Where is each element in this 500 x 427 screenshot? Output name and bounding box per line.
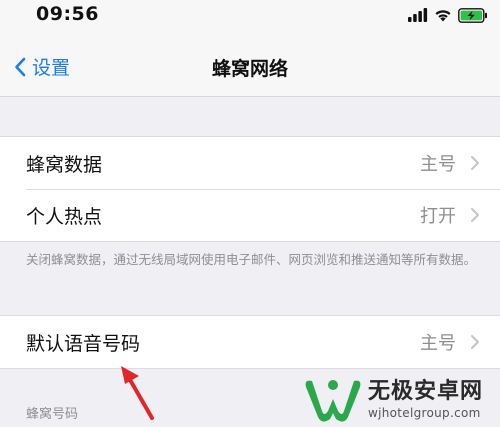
watermark-text: 无极安卓网 wjhotelgroup.com (368, 379, 483, 421)
row-label: 默认语音号码 (26, 332, 141, 355)
annotation-arrow (121, 366, 154, 420)
row-value: 主号 (420, 154, 456, 175)
chevron-right-icon (471, 335, 479, 349)
watermark-url: wjhotelgroup.com (368, 405, 481, 420)
chevron-right-icon (471, 208, 479, 222)
row-personal-hotspot[interactable]: 个人热点 打开 (0, 189, 500, 241)
chevron-right-icon (471, 156, 479, 170)
cellular-footnote: 关闭蜂窝数据，通过无线局域网使用电子邮件、网页浏览和推送通知等所有数据。 (26, 252, 477, 267)
cellular-group: 蜂窝数据 主号 个人热点 打开 (0, 136, 500, 242)
watermark-logo-icon (305, 379, 361, 422)
row-default-voice-line[interactable]: 默认语音号码 主号 (0, 316, 500, 368)
status-time: 09:56 (36, 3, 99, 25)
section-header-cellular-lines: 蜂窝号码 (26, 407, 79, 422)
row-value: 打开 (420, 206, 456, 227)
wifi-icon (435, 10, 451, 22)
battery-charging-icon (458, 7, 487, 23)
row-value: 主号 (420, 333, 456, 354)
watermark: 无极安卓网 wjhotelgroup.com (302, 372, 500, 427)
watermark-title: 无极安卓网 (368, 378, 484, 404)
row-cellular-data[interactable]: 蜂窝数据 主号 (0, 137, 500, 189)
voice-group: 默认语音号码 主号 (0, 315, 500, 369)
page-title: 蜂窝网络 (211, 58, 288, 80)
row-label: 蜂窝数据 (26, 153, 103, 176)
cellular-settings-screen: 09:56 设置 蜂窝网络 蜂窝数据 主号 个人热点 打开 关闭蜂窝数据，通过无… (0, 0, 500, 427)
navigation-bar: 设置 蜂窝网络 (0, 30, 500, 97)
status-icons (408, 5, 488, 25)
row-label: 个人热点 (26, 205, 103, 228)
signal-icon (408, 8, 428, 22)
status-bar: 09:56 (0, 0, 500, 30)
